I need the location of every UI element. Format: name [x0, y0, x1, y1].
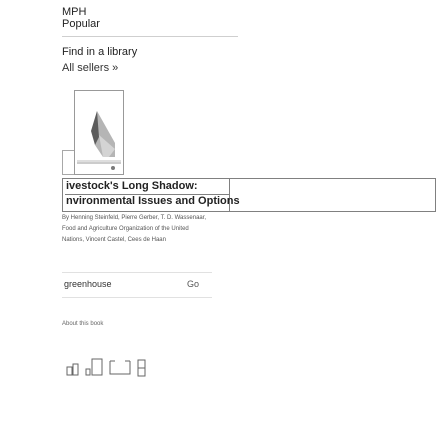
toolbar-icons: [62, 354, 162, 382]
go-button[interactable]: Go: [180, 276, 206, 292]
book-authors: By Henning Steinfeld, Pierre Gerber, T. …: [62, 213, 337, 246]
authors-line-3: Nations, Vincent Castel, Cees de Haan: [62, 237, 166, 243]
find-in-library-label: Find in a library: [62, 46, 138, 58]
book-title-line-1: ivestock's Long Shadow:: [66, 180, 198, 192]
search-input[interactable]: [64, 277, 164, 291]
bookmark-icon[interactable]: [137, 359, 146, 377]
authors-line-1: By Henning Steinfeld, Pierre Gerber, T. …: [62, 215, 207, 221]
compose-icon[interactable]: [109, 360, 131, 375]
book-title-box[interactable]: ivestock's Long Shadow: nvironmental Iss…: [62, 178, 436, 212]
about-this-book-link[interactable]: About this book: [62, 320, 103, 328]
book-title-line-2: nvironmental Issues and Options: [66, 195, 240, 207]
print-icon[interactable]: [85, 358, 103, 376]
authors-line-2: Food and Agriculture Organization of the…: [62, 226, 189, 232]
share-icon[interactable]: [66, 363, 79, 376]
all-sellers-link[interactable]: All sellers »: [62, 62, 118, 74]
search-in-book: Go: [62, 272, 212, 298]
book-cover[interactable]: [62, 90, 124, 175]
popular-label: Popular: [62, 18, 238, 37]
cover-art-icon: [77, 111, 121, 170]
book-page: MPH Popular Find in a library All seller…: [0, 0, 448, 448]
cover-image: [74, 90, 124, 175]
mph-label: MPH: [62, 6, 87, 18]
book-title: ivestock's Long Shadow: nvironmental Iss…: [63, 179, 240, 209]
header-block: MPH Popular Find in a library All seller…: [62, 6, 242, 76]
